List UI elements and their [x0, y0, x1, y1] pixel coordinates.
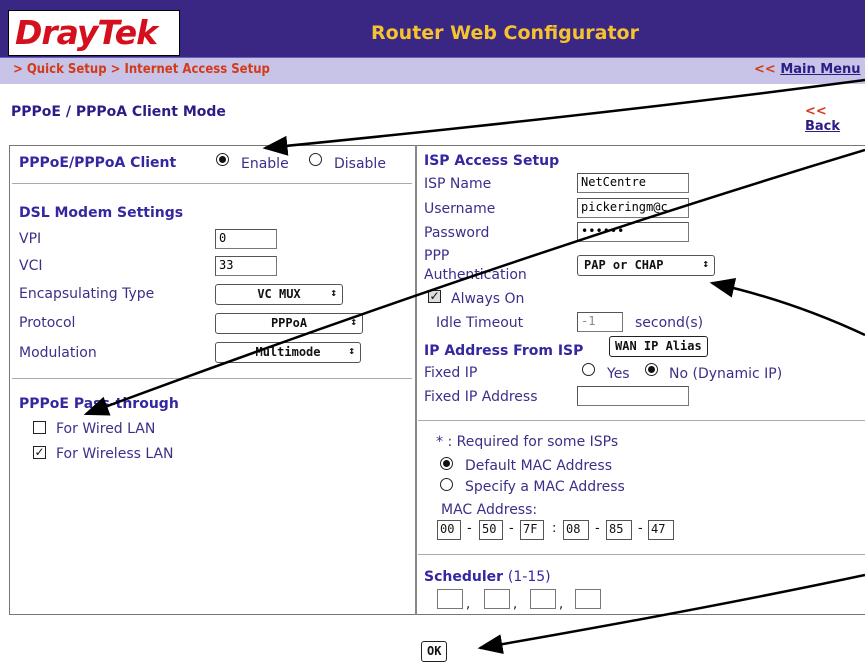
annotation-arrow [477, 573, 865, 655]
annotation-arrow [262, 78, 865, 156]
annotation-arrows [83, 78, 865, 655]
annotation-arrow [83, 148, 865, 416]
annotation-arrow [709, 278, 865, 337]
